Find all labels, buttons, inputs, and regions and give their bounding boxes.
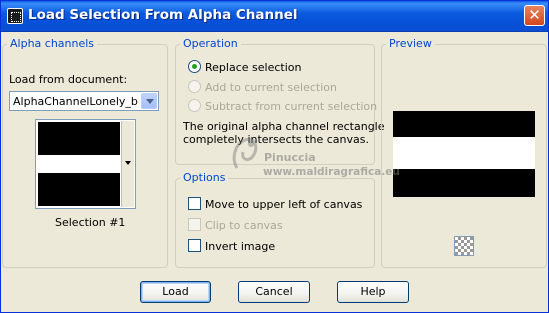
replace-selection-label[interactable]: Replace selection bbox=[205, 61, 301, 74]
options-legend: Options bbox=[180, 171, 229, 184]
subtract-selection-radio[interactable] bbox=[188, 99, 201, 112]
alpha-channels-legend: Alpha channels bbox=[7, 37, 98, 50]
subtract-selection-label[interactable]: Subtract from current selection bbox=[205, 100, 377, 113]
document-select[interactable]: AlphaChannelLonely_byRo bbox=[9, 91, 159, 111]
selection-name-label: Selection #1 bbox=[55, 216, 126, 229]
move-upper-left-label[interactable]: Move to upper left of canvas bbox=[205, 198, 362, 211]
add-to-selection-label[interactable]: Add to current selection bbox=[205, 81, 337, 94]
operation-info-line2: completely intersects the canvas. bbox=[183, 133, 369, 146]
clip-to-canvas-checkbox[interactable] bbox=[188, 218, 201, 231]
watermark-site: www.maldiragrafica.eu bbox=[263, 166, 400, 178]
chevron-down-icon[interactable] bbox=[141, 93, 157, 109]
document-select-value: AlphaChannelLonely_byRo bbox=[13, 95, 138, 108]
help-button[interactable]: Help bbox=[337, 281, 409, 303]
selection-thumbnail-picker[interactable] bbox=[35, 119, 136, 209]
dialog-window: Load Selection From Alpha Channel ✕ Alph… bbox=[0, 0, 549, 313]
checkerboard-transparency-icon[interactable] bbox=[454, 236, 474, 256]
load-from-document-label: Load from document: bbox=[9, 73, 128, 86]
cancel-button[interactable]: Cancel bbox=[238, 281, 310, 303]
dialog-title: Load Selection From Alpha Channel bbox=[28, 7, 298, 23]
watermark-logo bbox=[232, 137, 258, 169]
thumbnail-dropdown-arrow-icon[interactable] bbox=[121, 121, 134, 207]
app-icon bbox=[7, 8, 23, 24]
move-upper-left-checkbox[interactable] bbox=[188, 197, 201, 210]
title-bar[interactable]: Load Selection From Alpha Channel ✕ bbox=[1, 1, 548, 32]
operation-legend: Operation bbox=[180, 37, 241, 50]
add-to-selection-radio[interactable] bbox=[188, 80, 201, 93]
close-button[interactable]: ✕ bbox=[524, 5, 545, 26]
watermark-name: Pinuccia bbox=[264, 151, 316, 164]
load-button[interactable]: Load bbox=[140, 281, 211, 303]
preview-image bbox=[393, 111, 535, 197]
clip-to-canvas-label[interactable]: Clip to canvas bbox=[205, 219, 283, 232]
invert-image-label[interactable]: Invert image bbox=[205, 240, 275, 253]
operation-info-line1: The original alpha channel rectangle bbox=[183, 120, 385, 133]
invert-image-checkbox[interactable] bbox=[188, 239, 201, 252]
preview-legend: Preview bbox=[386, 37, 435, 50]
alpha-channel-thumbnail bbox=[38, 122, 120, 206]
replace-selection-radio[interactable] bbox=[188, 60, 201, 73]
